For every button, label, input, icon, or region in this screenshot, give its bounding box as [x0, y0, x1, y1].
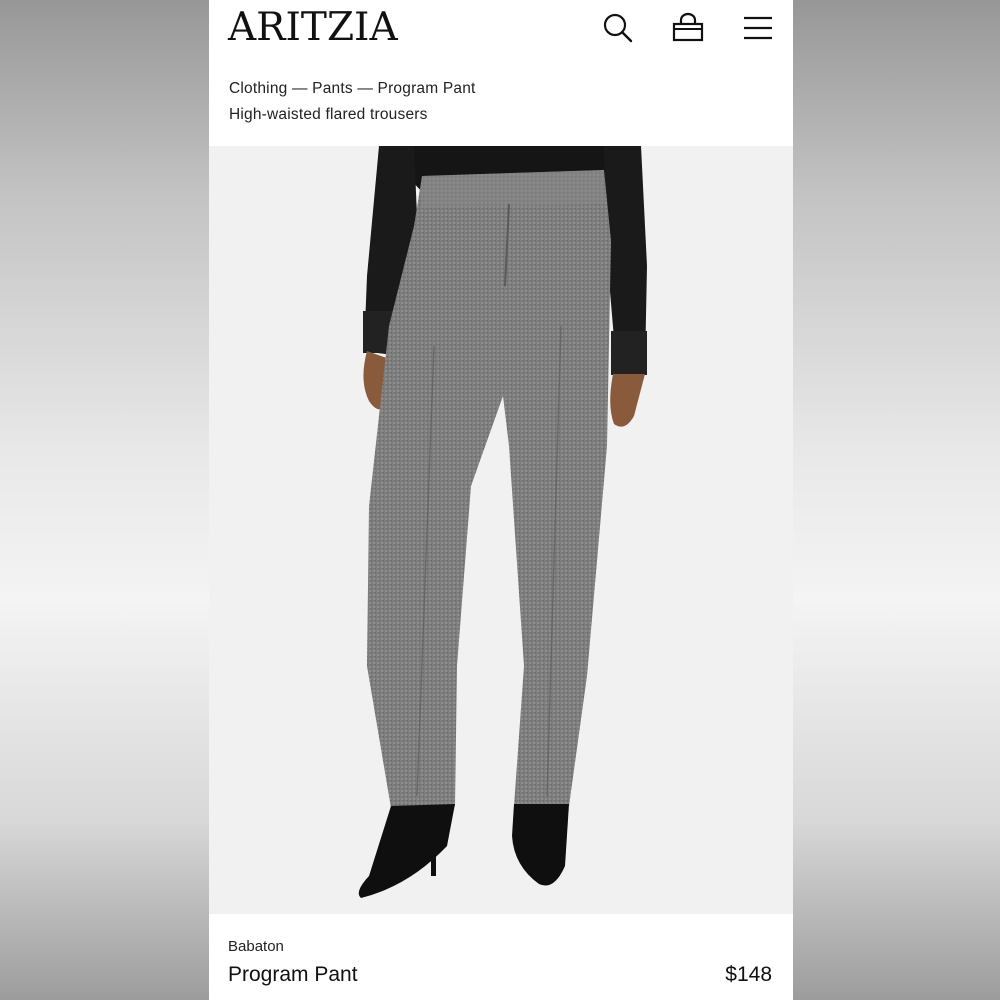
- mobile-page: ARITZIA Clothing — Pants — Program Pant …: [209, 0, 793, 1000]
- breadcrumb[interactable]: Clothing — Pants — Program Pant: [229, 80, 476, 98]
- page-subtitle: High-waisted flared trousers: [229, 106, 428, 123]
- bag-icon[interactable]: [670, 10, 706, 46]
- product-price: $148: [725, 963, 772, 986]
- background-left: [0, 0, 209, 1000]
- site-header: ARITZIA: [209, 0, 793, 56]
- search-icon[interactable]: [600, 10, 636, 46]
- product-image[interactable]: [209, 146, 793, 914]
- background-right: [793, 0, 1000, 1000]
- menu-icon[interactable]: [740, 10, 776, 46]
- brand-logo[interactable]: ARITZIA: [228, 4, 398, 52]
- product-brand[interactable]: Babaton: [228, 938, 284, 955]
- product-name[interactable]: Program Pant: [228, 963, 358, 987]
